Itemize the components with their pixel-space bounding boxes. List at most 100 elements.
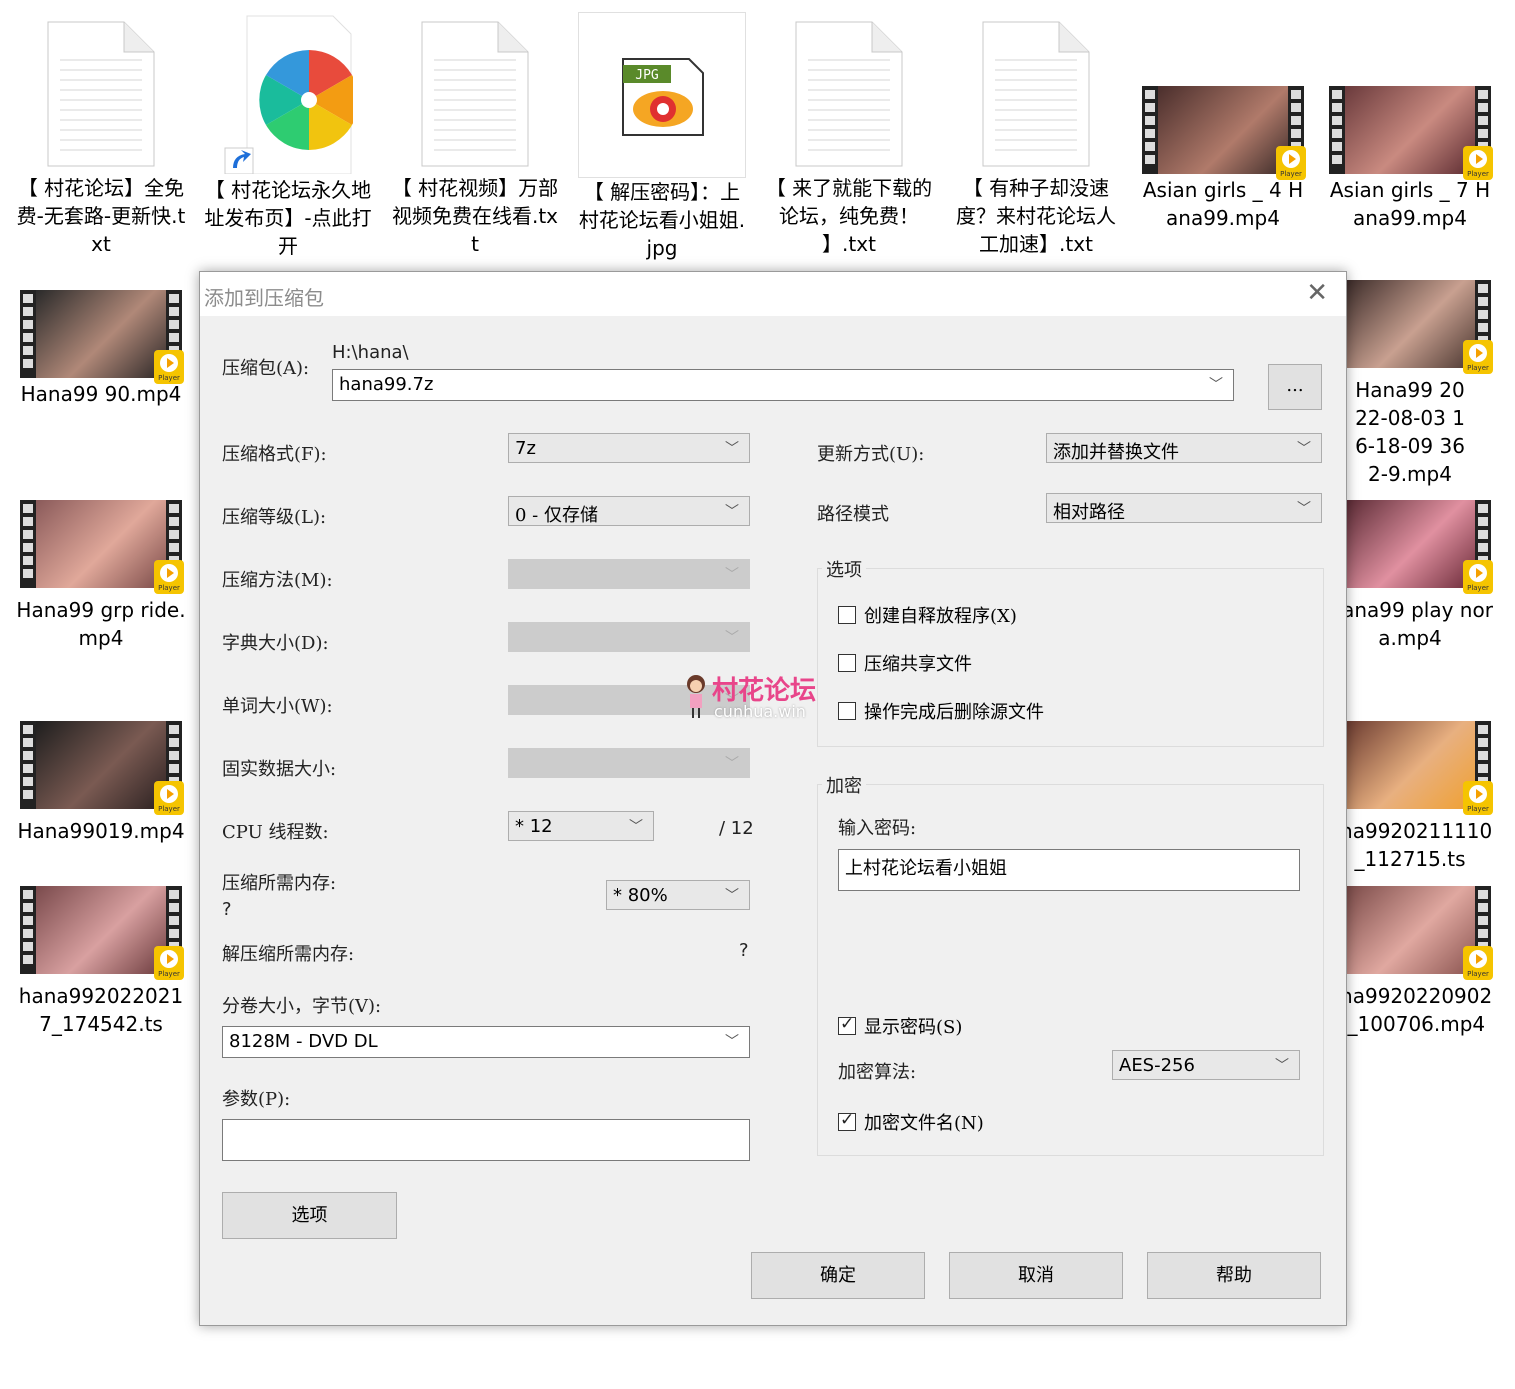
method-label: 压缩方法(M): xyxy=(222,570,333,591)
desktop-icon[interactable]: Player Asian girls _ 7 Hana99.mp4 xyxy=(1325,86,1495,232)
chevron-down-icon[interactable]: ﹀ xyxy=(725,1031,739,1051)
password-input[interactable]: 上村花论坛看小姐姐 xyxy=(838,849,1300,891)
chevron-down-icon: ﹀ xyxy=(725,441,739,457)
file-label: Asian girls _ 4 Hana99.mp4 xyxy=(1142,178,1304,230)
options-button[interactable]: 选项 xyxy=(222,1192,397,1239)
params-input[interactable] xyxy=(222,1119,750,1161)
chevron-down-icon: ﹀ xyxy=(1275,1058,1289,1074)
cancel-button[interactable]: 取消 xyxy=(949,1252,1123,1299)
player-icon: Player xyxy=(1463,946,1493,980)
delete-source-checkbox[interactable]: 操作完成后删除源文件 xyxy=(838,698,1044,724)
watermark-sub: cunhua.win xyxy=(714,702,806,721)
help-button[interactable]: 帮助 xyxy=(1147,1252,1321,1299)
add-to-archive-dialog: 添加到压缩包 ✕ 压缩包(A): H:\hana\ hana99.7z ﹀ ..… xyxy=(199,271,1347,1326)
desktop-icon[interactable]: 【 村花论坛】全免费-无套路-更新快.txt xyxy=(16,20,186,258)
desktop-icon[interactable]: Player ana9920211110_112715.ts xyxy=(1325,721,1495,873)
desktop-icon[interactable]: Player Hana99019.mp4 xyxy=(16,721,186,845)
show-password-checkbox[interactable]: 显示密码(S) xyxy=(838,1013,962,1039)
solid-label: 固实数据大小: xyxy=(222,759,337,780)
player-icon: Player xyxy=(154,350,184,384)
mem-percent-select[interactable]: * 80% ﹀ xyxy=(606,880,750,910)
level-select[interactable]: 0 - 仅存储 ﹀ xyxy=(508,496,750,526)
delete-source-label: 操作完成后删除源文件 xyxy=(864,702,1044,723)
desktop-icon[interactable]: Player Hana99 grp ride.mp4 xyxy=(16,500,186,652)
update-select[interactable]: 添加并替换文件 ﹀ xyxy=(1046,433,1322,463)
ok-button[interactable]: 确定 xyxy=(751,1252,925,1299)
desktop-icon[interactable]: Player ana99202209022_100706.mp4 xyxy=(1325,886,1495,1038)
chevron-down-icon[interactable]: ﹀ xyxy=(1209,374,1223,394)
browse-button[interactable]: ... xyxy=(1268,364,1322,410)
checkbox-icon[interactable] xyxy=(838,606,856,624)
cpu-select[interactable]: * 12 ﹀ xyxy=(508,811,654,841)
video-file-icon: Player xyxy=(1329,721,1493,815)
volume-value: 8128M - DVD DL xyxy=(229,1031,378,1052)
method-select: ﹀ xyxy=(508,559,750,589)
file-label: hana9920220217_174542.ts xyxy=(18,984,184,1036)
player-icon: Player xyxy=(1463,146,1493,180)
browser-shortcut-icon xyxy=(223,14,353,174)
file-label: ana9920211110_112715.ts xyxy=(1327,819,1493,871)
desktop-icon[interactable]: 【 有种子却没速度？来村花论坛人工加速】.txt xyxy=(951,20,1121,258)
format-select[interactable]: 7z ﹀ xyxy=(508,433,750,463)
desktop-icon[interactable]: JPG 【 解压密码】：上村花论坛看小姐姐.jpg xyxy=(577,12,747,262)
archive-label: 压缩包(A): xyxy=(222,358,310,379)
video-file-icon: Player xyxy=(1329,86,1493,180)
shared-checkbox[interactable]: 压缩共享文件 xyxy=(838,650,972,676)
desktop-icon[interactable]: Player Hana99 play nora.mp4 xyxy=(1325,500,1495,652)
file-label: 【 村花视频】万部视频免费在线看.txt xyxy=(391,176,559,256)
watermark-logo: 村花论坛 cunhua.win xyxy=(684,670,834,726)
video-file-icon: Player xyxy=(20,290,184,384)
file-label: Hana99 grp ride.mp4 xyxy=(16,598,186,650)
desktop-icon[interactable]: 【 来了就能下载的论坛，纯免费！ 】.txt xyxy=(764,20,934,258)
text-file-icon xyxy=(794,20,904,168)
mem-decomp-label: 解压缩所需内存: xyxy=(222,944,355,965)
text-file-icon xyxy=(46,20,156,168)
file-label: 【 有种子却没速度？来村花论坛人工加速】.txt xyxy=(956,176,1116,256)
sfx-label: 创建自释放程序(X) xyxy=(864,606,1017,627)
checkbox-icon[interactable] xyxy=(838,1014,856,1035)
pathmode-select[interactable]: 相对路径 ﹀ xyxy=(1046,493,1322,523)
file-label: 【 村花论坛永久地址发布页】-点此打开 xyxy=(204,178,372,258)
player-icon: Player xyxy=(154,946,184,980)
desktop-icon[interactable]: Player hana9920220217_174542.ts xyxy=(16,886,186,1038)
enc-method-select[interactable]: AES-256 ﹀ xyxy=(1112,1050,1300,1080)
desktop-icon[interactable]: Player Hana99 2022-08-03 16-18-09 362-9.… xyxy=(1325,280,1495,488)
file-label: Hana99 90.mp4 xyxy=(20,382,182,406)
file-label: 【 来了就能下载的论坛，纯免费！ 】.txt xyxy=(765,176,933,256)
mem-comp-value: ? xyxy=(222,899,232,920)
format-value: 7z xyxy=(515,438,536,459)
mem-percent-value: * 80% xyxy=(613,885,668,906)
level-label: 压缩等级(L): xyxy=(222,507,327,528)
volume-combo[interactable]: 8128M - DVD DL ﹀ xyxy=(222,1026,750,1058)
dialog-title: 添加到压缩包 xyxy=(204,286,324,310)
video-file-icon: Player xyxy=(1142,86,1306,180)
dialog-titlebar[interactable]: 添加到压缩包 ✕ xyxy=(200,272,1346,316)
mem-decomp-value: ? xyxy=(739,940,749,961)
cpu-total: / 12 xyxy=(719,818,754,839)
chevron-down-icon: ﹀ xyxy=(629,819,643,835)
checkbox-icon[interactable] xyxy=(838,1110,856,1131)
show-password-label: 显示密码(S) xyxy=(864,1017,963,1038)
checkbox-icon[interactable] xyxy=(838,654,856,672)
word-label: 单词大小(W): xyxy=(222,696,333,717)
sfx-checkbox[interactable]: 创建自释放程序(X) xyxy=(838,602,1017,628)
pathmode-value: 相对路径 xyxy=(1053,502,1125,523)
file-label: ana99202209022_100706.mp4 xyxy=(1327,984,1493,1036)
video-file-icon: Player xyxy=(20,886,184,980)
desktop-icon[interactable]: Player Asian girls _ 4 Hana99.mp4 xyxy=(1138,86,1308,232)
cpu-label: CPU 线程数: xyxy=(222,822,329,843)
archive-name-combo[interactable]: hana99.7z ﹀ xyxy=(332,369,1234,401)
encrypt-names-checkbox[interactable]: 加密文件名(N) xyxy=(838,1109,984,1135)
video-file-icon: Player xyxy=(1329,500,1493,594)
archive-path: H:\hana\ xyxy=(332,342,409,363)
checkbox-icon[interactable] xyxy=(838,702,856,720)
file-label: 【 村花论坛】全免费-无套路-更新快.txt xyxy=(16,176,186,256)
desktop-icon[interactable]: 【 村花视频】万部视频免费在线看.txt xyxy=(390,20,560,258)
desktop-icon[interactable]: 【 村花论坛永久地址发布页】-点此打开 xyxy=(203,14,373,260)
pathmode-label: 路径模式 xyxy=(817,504,889,525)
desktop-icon[interactable]: Player Hana99 90.mp4 xyxy=(16,290,186,408)
text-file-icon xyxy=(420,20,530,168)
jpg-file-icon: JPG xyxy=(578,12,746,178)
close-icon[interactable]: ✕ xyxy=(1306,278,1328,308)
chevron-down-icon: ﹀ xyxy=(1297,501,1311,517)
